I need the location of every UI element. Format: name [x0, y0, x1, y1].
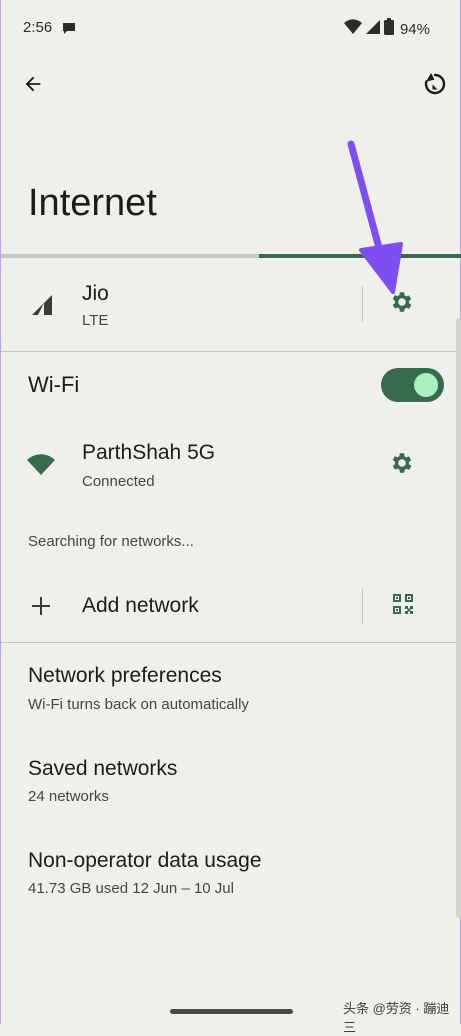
- wifi-switch-knob: [414, 373, 438, 397]
- refresh-icon: [422, 71, 448, 102]
- searching-status: Searching for networks...: [28, 533, 194, 550]
- add-network-label: Add network: [82, 594, 199, 617]
- home-indicator[interactable]: [170, 1009, 293, 1014]
- status-bar: 2:56 94%: [1, 0, 461, 56]
- saved-networks-subtitle: 24 networks: [28, 788, 109, 805]
- battery-percent: 94%: [399, 20, 430, 38]
- carrier-name: Jio: [82, 282, 109, 305]
- wifi-label: Wi-Fi: [28, 372, 80, 397]
- data-usage-item[interactable]: [1, 830, 461, 920]
- battery-icon: [383, 18, 394, 40]
- chat-bubble-icon: [61, 20, 77, 41]
- data-usage-subtitle: 41.73 GB used 12 Jun – 10 Jul: [28, 880, 234, 897]
- wifi-icon: [27, 453, 55, 482]
- wifi-switch[interactable]: [381, 368, 444, 402]
- watermark: 头条 @劳资 · 蹦迪三: [343, 1001, 450, 1035]
- network-preferences-title: Network preferences: [28, 664, 222, 687]
- scan-qr-button[interactable]: [383, 586, 423, 626]
- wifi-status-icon: [343, 18, 362, 40]
- mobile-network-row[interactable]: [1, 258, 361, 350]
- row-divider: [362, 588, 363, 624]
- gear-icon: [389, 450, 415, 481]
- plus-icon: [29, 594, 53, 623]
- cell-signal-status-icon: [365, 19, 380, 40]
- connected-network-row[interactable]: [1, 425, 361, 505]
- saved-networks-item[interactable]: [1, 738, 461, 828]
- network-preferences-subtitle: Wi-Fi turns back on automatically: [28, 696, 249, 713]
- carrier-network-type: LTE: [82, 312, 109, 329]
- back-button[interactable]: [13, 66, 53, 106]
- network-status: Connected: [82, 473, 155, 490]
- status-icons: 94%: [343, 18, 430, 40]
- saved-networks-title: Saved networks: [28, 757, 178, 780]
- page-title: Internet: [28, 182, 157, 224]
- network-name: ParthShah 5G: [82, 441, 216, 464]
- arrow-left-icon: [22, 73, 44, 100]
- network-settings-button[interactable]: [382, 445, 422, 485]
- status-time: 2:56: [23, 19, 53, 36]
- refresh-button[interactable]: [415, 66, 455, 106]
- qr-code-icon: [391, 592, 415, 621]
- signal-icon: [30, 294, 54, 321]
- scrollbar[interactable]: [456, 318, 461, 918]
- section-divider: [1, 642, 461, 643]
- network-preferences-item[interactable]: [1, 645, 461, 735]
- annotation-arrow-icon: [331, 140, 411, 305]
- data-usage-title: Non-operator data usage: [28, 849, 262, 872]
